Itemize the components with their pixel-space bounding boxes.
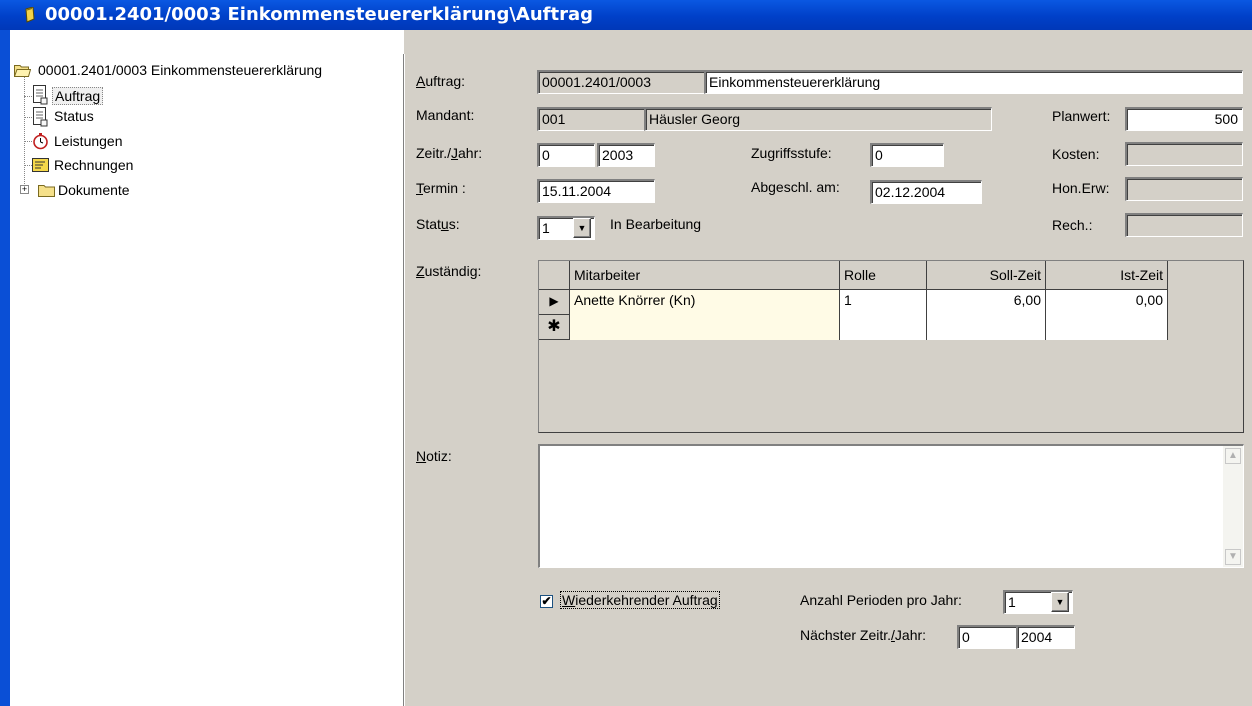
- scroll-up-button[interactable]: ▲: [1225, 448, 1241, 464]
- abgeschl-field[interactable]: 02.12.2004: [870, 180, 982, 204]
- abgeschl-label: Abgeschl. am:: [751, 179, 840, 195]
- mandant-nr-field[interactable]: 001: [537, 107, 645, 131]
- tree-item-label: Rechnungen: [54, 157, 134, 173]
- chevron-down-icon: ▼: [1228, 551, 1238, 562]
- notiz-scrollbar[interactable]: ▲ ▼: [1223, 446, 1243, 567]
- kosten-label: Kosten:: [1052, 146, 1100, 162]
- tree-item-leistungen[interactable]: Leistungen: [32, 132, 125, 150]
- kosten-field[interactable]: [1125, 142, 1243, 166]
- naechster-zeitr-label: Nächster Zeitr./Jahr:: [800, 627, 927, 643]
- auftrag-nr-field[interactable]: 00001.2401/0003: [537, 70, 705, 94]
- asterisk-icon: ✱: [547, 318, 561, 335]
- tree-item-dokumente[interactable]: Dokumente: [38, 181, 132, 199]
- rech-label: Rech.:: [1052, 217, 1093, 233]
- tree-item-auftrag[interactable]: Auftrag: [32, 85, 104, 105]
- auftrag-label: Auftrag:: [416, 73, 466, 89]
- termin-field[interactable]: 15.11.2004: [537, 179, 655, 203]
- grid-header-mitarbeiter[interactable]: Mitarbeiter: [570, 261, 840, 290]
- tree-item-label: Status: [54, 108, 94, 124]
- status-combo-value: 1: [542, 220, 550, 236]
- tree-item-rechnungen[interactable]: Rechnungen: [32, 156, 135, 174]
- tree-item-label: Auftrag: [52, 87, 104, 105]
- chevron-down-icon: ▼: [577, 223, 587, 233]
- perioden-dropdown-button[interactable]: ▼: [1051, 592, 1069, 612]
- scroll-down-button[interactable]: ▼: [1225, 549, 1241, 565]
- window-title: 00001.2401/0003 Einkommensteuererklärung…: [45, 4, 594, 25]
- chevron-up-icon: ▲: [1228, 450, 1238, 461]
- zustaendig-grid[interactable]: Mitarbeiter Rolle Soll-Zeit Ist-Zeit ▶ A…: [538, 260, 1244, 433]
- table-cell-soll-zeit[interactable]: 6,00: [927, 290, 1046, 340]
- window-frame: [0, 30, 10, 706]
- document-icon: [33, 85, 48, 105]
- wiederkehrend-checkbox[interactable]: ✔: [540, 595, 553, 608]
- navigation-tree[interactable]: [10, 54, 404, 706]
- checkmark-icon: ✔: [541, 594, 552, 608]
- tree-item-status[interactable]: Status: [32, 107, 96, 127]
- rech-field[interactable]: [1125, 213, 1243, 237]
- zugriffsstufe-field[interactable]: 0: [870, 143, 944, 167]
- wiederkehrend-label[interactable]: Wiederkehrender Auftrag: [560, 591, 720, 609]
- chevron-down-icon: ▼: [1055, 597, 1065, 607]
- document-icon: [33, 107, 48, 127]
- folder-icon: [38, 185, 55, 197]
- zugriffsstufe-label: Zugriffsstufe:: [751, 145, 832, 161]
- perioden-combo-value: 1: [1008, 594, 1016, 610]
- open-folder-icon: [14, 65, 31, 77]
- app-icon: [25, 7, 35, 23]
- termin-label: Termin :: [416, 180, 466, 196]
- stopwatch-icon: [33, 133, 48, 150]
- grid-header-rolle[interactable]: Rolle: [840, 261, 927, 290]
- row-pointer-icon: ▶: [549, 294, 559, 308]
- row-indicator-current[interactable]: ▶: [539, 290, 570, 315]
- row-indicator-new[interactable]: ✱: [539, 315, 570, 340]
- expand-toggle[interactable]: +: [20, 185, 29, 194]
- zeitr-field[interactable]: 0: [537, 143, 595, 167]
- status-text: In Bearbeitung: [610, 216, 702, 232]
- planwert-field[interactable]: 500: [1125, 107, 1243, 131]
- naechster-jahr-field[interactable]: 2004: [1016, 625, 1075, 649]
- zeitr-jahr-label: Zeitr./Jahr:: [416, 145, 483, 161]
- zustaendig-label: Zuständig:: [416, 263, 482, 279]
- invoice-icon: [32, 158, 49, 172]
- planwert-label: Planwert:: [1052, 108, 1111, 124]
- notiz-label: Notiz:: [416, 448, 452, 464]
- table-cell-ist-zeit[interactable]: 0,00: [1046, 290, 1168, 340]
- window-titlebar[interactable]: 00001.2401/0003 Einkommensteuererklärung…: [0, 0, 1252, 30]
- tree-item-label: Leistungen: [54, 133, 123, 149]
- table-cell-mitarbeiter[interactable]: Anette Knörrer (Kn): [570, 290, 840, 340]
- tree-root-label: 00001.2401/0003 Einkommensteuererklärung: [38, 62, 323, 78]
- mandant-name-field[interactable]: Häusler Georg: [644, 107, 992, 131]
- honerw-field[interactable]: [1125, 177, 1243, 201]
- tree-item-label: Dokumente: [58, 182, 130, 198]
- grid-header-ist-zeit[interactable]: Ist-Zeit: [1046, 261, 1168, 290]
- status-label: Status:: [416, 216, 460, 232]
- auftrag-name-field[interactable]: Einkommensteuererklärung: [704, 70, 1243, 94]
- naechster-zeitr-field[interactable]: 0: [957, 625, 1017, 649]
- table-cell-rolle[interactable]: 1: [840, 290, 927, 340]
- perioden-label: Anzahl Perioden pro Jahr:: [800, 592, 962, 608]
- honerw-label: Hon.Erw:: [1052, 180, 1110, 196]
- jahr-field[interactable]: 2003: [597, 143, 655, 167]
- status-dropdown-button[interactable]: ▼: [573, 218, 591, 238]
- grid-corner: [539, 261, 570, 290]
- grid-header-soll-zeit[interactable]: Soll-Zeit: [927, 261, 1046, 290]
- mandant-label: Mandant:: [416, 107, 475, 123]
- notiz-textarea[interactable]: ▲ ▼: [538, 444, 1244, 568]
- tree-root[interactable]: 00001.2401/0003 Einkommensteuererklärung: [14, 61, 324, 79]
